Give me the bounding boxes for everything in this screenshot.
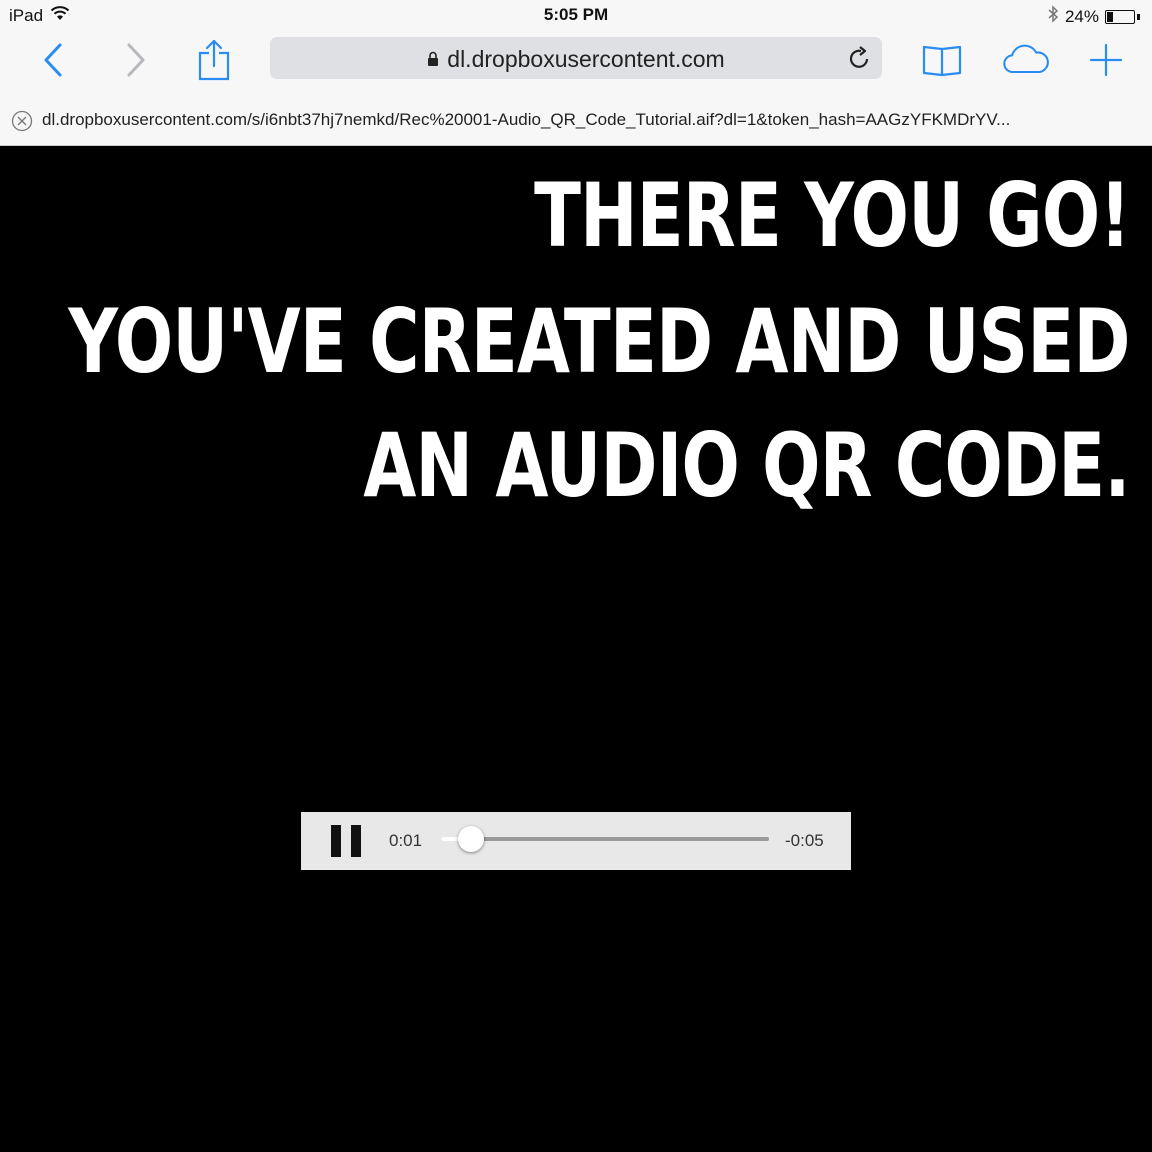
- progress-track[interactable]: [441, 826, 769, 852]
- plus-icon: [1089, 43, 1123, 77]
- forward-chevron-icon: [127, 43, 145, 77]
- browser-toolbar: dl.dropboxusercontent.com: [0, 30, 1152, 90]
- reload-icon[interactable]: [848, 45, 872, 76]
- elapsed-time: 0:01: [389, 831, 423, 850]
- bluetooth-icon: [1047, 5, 1059, 28]
- lock-icon: [427, 45, 439, 72]
- battery-fill: [1107, 11, 1113, 22]
- address-text-container: dl.dropboxusercontent.com: [270, 46, 882, 73]
- cloud-icon: [1003, 44, 1049, 74]
- headline-line-3: AN AUDIO QR CODE.: [363, 414, 1131, 517]
- back-chevron-icon: [44, 43, 62, 77]
- screen: iPad 5:05 PM 24% dl.dropboxusercontent.c…: [0, 0, 1152, 1152]
- remaining-time: -0:05: [785, 831, 824, 850]
- back-button[interactable]: [29, 36, 77, 84]
- address-bar[interactable]: dl.dropboxusercontent.com: [270, 37, 882, 79]
- open-book-icon: [922, 45, 962, 77]
- audio-player: 0:01 -0:05: [301, 812, 851, 870]
- pause-icon-bar-right: [351, 825, 361, 857]
- battery-percent: 24%: [1064, 6, 1099, 26]
- browser-chrome: iPad 5:05 PM 24% dl.dropboxusercontent.c…: [0, 0, 1152, 146]
- icloud-tabs-button[interactable]: [1002, 36, 1050, 84]
- full-url-text: dl.dropboxusercontent.com/s/i6nbt37hj7ne…: [42, 110, 1011, 129]
- stop-loading-icon[interactable]: [11, 110, 33, 137]
- pause-button[interactable]: [331, 825, 361, 857]
- status-time: 5:05 PM: [543, 5, 609, 24]
- new-tab-button[interactable]: [1082, 36, 1130, 84]
- share-button[interactable]: [190, 36, 238, 84]
- scrubber-thumb[interactable]: [457, 826, 484, 852]
- headline-line-2: YOU'VE CREATED AND USED: [68, 290, 1131, 393]
- address-text: dl.dropboxusercontent.com: [447, 46, 725, 72]
- loading-url-bar: dl.dropboxusercontent.com/s/i6nbt37hj7ne…: [0, 100, 1152, 140]
- page-content: THERE YOU GO! YOU'VE CREATED AND USED AN…: [0, 146, 1152, 1152]
- headline-line-1: THERE YOU GO!: [534, 164, 1131, 267]
- pause-icon-bar-left: [331, 825, 341, 857]
- battery-icon: [1105, 9, 1135, 24]
- status-bar: iPad 5:05 PM 24%: [0, 0, 1152, 30]
- status-right: 24%: [1047, 5, 1140, 28]
- forward-button[interactable]: [112, 36, 160, 84]
- share-icon: [198, 39, 230, 81]
- bookmarks-button[interactable]: [918, 36, 966, 84]
- battery-nub: [1137, 13, 1140, 20]
